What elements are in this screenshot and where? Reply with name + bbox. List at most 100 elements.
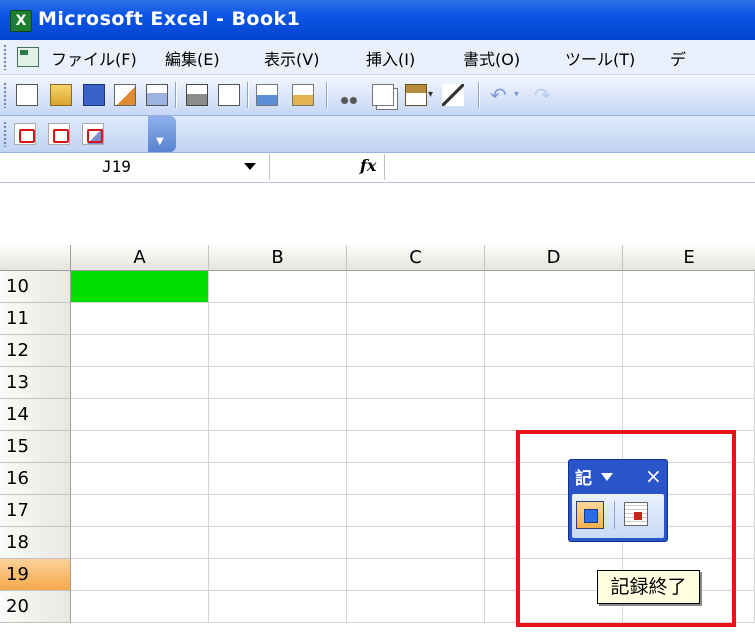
row-header-14[interactable]: 14 (0, 399, 71, 431)
cell-d10[interactable] (485, 271, 623, 303)
cell-d11[interactable] (485, 303, 623, 335)
cell-a11[interactable] (71, 303, 209, 335)
menu-data[interactable]: デ (670, 46, 686, 70)
row-header-10[interactable]: 10 (0, 271, 71, 303)
cell-c19[interactable] (347, 559, 485, 591)
format-painter-icon[interactable] (442, 84, 464, 106)
cell-b15[interactable] (209, 431, 347, 463)
menu-format[interactable]: 書式(O) (463, 46, 520, 70)
cell-c10[interactable] (347, 271, 485, 303)
excel-icon[interactable]: X (10, 10, 32, 32)
row-header-18[interactable]: 18 (0, 527, 71, 559)
cell-c17[interactable] (347, 495, 485, 527)
pdf-convert-icon[interactable] (14, 123, 36, 145)
cell-b20[interactable] (209, 591, 347, 623)
research-icon[interactable] (292, 84, 314, 106)
close-icon[interactable]: × (645, 464, 662, 488)
toolbar-grip[interactable] (3, 121, 7, 147)
cell-c16[interactable] (347, 463, 485, 495)
cell-b18[interactable] (209, 527, 347, 559)
print-preview-icon[interactable] (218, 84, 240, 106)
copy-icon[interactable] (372, 84, 394, 106)
workbook-icon[interactable] (17, 47, 39, 67)
menu-grip[interactable] (3, 44, 7, 70)
redo-icon[interactable]: ↷ (534, 84, 556, 106)
cell-e11[interactable] (623, 303, 755, 335)
insert-function-icon[interactable]: fx (360, 156, 376, 175)
column-header-d[interactable]: D (485, 245, 623, 271)
column-header-b[interactable]: B (209, 245, 347, 271)
permission-icon[interactable] (114, 84, 136, 106)
cell-a10[interactable] (71, 271, 209, 303)
cell-e13[interactable] (623, 367, 755, 399)
cell-a15[interactable] (71, 431, 209, 463)
cell-b17[interactable] (209, 495, 347, 527)
cut-icon[interactable] (338, 84, 360, 106)
row-header-12[interactable]: 12 (0, 335, 71, 367)
paste-dropdown-icon[interactable]: ▾ (428, 89, 438, 111)
cell-a14[interactable] (71, 399, 209, 431)
paste-icon[interactable] (405, 84, 427, 106)
cell-a17[interactable] (71, 495, 209, 527)
cell-d13[interactable] (485, 367, 623, 399)
toolbar-grip[interactable] (3, 82, 7, 108)
cell-a16[interactable] (71, 463, 209, 495)
menu-view[interactable]: 表示(V) (264, 46, 319, 70)
menu-tools[interactable]: ツール(T) (565, 46, 635, 70)
row-header-15[interactable]: 15 (0, 431, 71, 463)
menu-edit[interactable]: 編集(E) (165, 46, 220, 70)
cell-b14[interactable] (209, 399, 347, 431)
undo-dropdown-icon[interactable]: ▾ (514, 89, 524, 111)
toolbar-options-button[interactable]: ▼ (148, 116, 176, 152)
cell-a12[interactable] (71, 335, 209, 367)
cell-c13[interactable] (347, 367, 485, 399)
cell-b13[interactable] (209, 367, 347, 399)
cell-b11[interactable] (209, 303, 347, 335)
cell-d12[interactable] (485, 335, 623, 367)
cell-c12[interactable] (347, 335, 485, 367)
cell-b16[interactable] (209, 463, 347, 495)
pdf-email-icon[interactable] (48, 123, 70, 145)
email-icon[interactable] (146, 84, 168, 106)
toolbar-options-dropdown-icon[interactable] (601, 473, 613, 481)
new-icon[interactable] (16, 84, 38, 106)
cell-b10[interactable] (209, 271, 347, 303)
cell-d14[interactable] (485, 399, 623, 431)
spelling-icon[interactable] (256, 84, 278, 106)
cell-a20[interactable] (71, 591, 209, 623)
row-header-17[interactable]: 17 (0, 495, 71, 527)
cell-b12[interactable] (209, 335, 347, 367)
row-header-11[interactable]: 11 (0, 303, 71, 335)
select-all-corner[interactable] (0, 245, 71, 271)
menu-insert[interactable]: 挿入(I) (366, 46, 415, 70)
cell-c18[interactable] (347, 527, 485, 559)
row-header-20[interactable]: 20 (0, 591, 71, 623)
column-header-a[interactable]: A (71, 245, 209, 271)
column-header-e[interactable]: E (623, 245, 755, 271)
cell-c15[interactable] (347, 431, 485, 463)
cell-e14[interactable] (623, 399, 755, 431)
cell-e10[interactable] (623, 271, 755, 303)
cell-c20[interactable] (347, 591, 485, 623)
print-icon[interactable] (186, 84, 208, 106)
cell-a18[interactable] (71, 527, 209, 559)
formula-input[interactable] (384, 154, 755, 180)
row-header-13[interactable]: 13 (0, 367, 71, 399)
cell-c11[interactable] (347, 303, 485, 335)
cell-a13[interactable] (71, 367, 209, 399)
menu-file[interactable]: ファイル(F) (51, 46, 137, 70)
undo-icon[interactable]: ↶ (490, 84, 512, 106)
row-header-16[interactable]: 16 (0, 463, 71, 495)
cell-b19[interactable] (209, 559, 347, 591)
column-header-c[interactable]: C (347, 245, 485, 271)
pdf-review-icon[interactable] (82, 123, 104, 145)
relative-reference-icon[interactable] (624, 502, 648, 526)
open-icon[interactable] (50, 84, 72, 106)
name-box[interactable]: J19 (0, 154, 270, 180)
row-header-19[interactable]: 19 (0, 559, 71, 591)
cell-e12[interactable] (623, 335, 755, 367)
cell-a19[interactable] (71, 559, 209, 591)
stop-recording-icon[interactable] (576, 501, 604, 529)
save-icon[interactable] (83, 84, 105, 106)
name-box-dropdown-icon[interactable] (244, 163, 256, 170)
